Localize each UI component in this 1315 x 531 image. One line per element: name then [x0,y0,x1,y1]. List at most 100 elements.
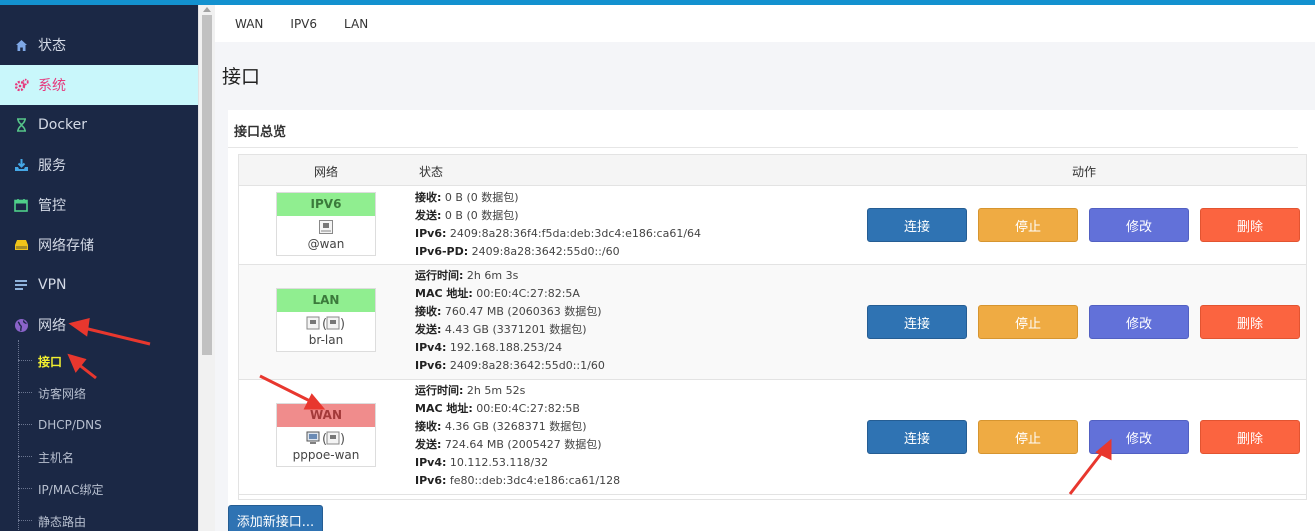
interface-tabs: WAN IPV6 LAN [215,5,1315,42]
status-line: 接收: 4.36 GB (3268371 数据包) [415,420,587,433]
delete-button[interactable]: 删除 [1200,208,1300,242]
tab-lan[interactable]: LAN [344,17,368,31]
section-title: 接口总览 [234,125,287,140]
column-header-status: 状态 [419,165,444,179]
table-header: 网络 状态 动作 [239,155,1306,186]
pppoe-device-icon: () [277,430,375,448]
connect-button[interactable]: 连接 [867,305,967,339]
interface-device: @wan [307,237,345,251]
sidebar-item-services[interactable]: 服务 [0,145,198,185]
svg-text:(: ( [322,317,327,331]
svg-text:): ) [340,317,345,331]
sidebar-item-control[interactable]: 管控 [0,185,198,225]
sidebar-item-label: 网络 [38,318,66,334]
download-tray-icon [13,157,29,173]
edit-button[interactable]: 修改 [1089,420,1189,454]
status-line: IPv4: 192.168.188.253/24 [415,341,563,354]
page-title: 接口 [222,66,261,88]
status-line: IPv6: 2409:8a28:3642:55d0::1/60 [415,359,605,372]
status-line: IPv6-PD: 2409:8a28:3642:55d0::/60 [415,245,620,258]
interface-badge-wan[interactable]: WAN () pppoe-wan [276,403,376,467]
interface-badge-ipv6[interactable]: IPV6 @wan [276,192,376,256]
sidebar-item-network[interactable]: 网络 [0,305,198,345]
interfaces-table: 网络 状态 动作 IPV6 @wan 接收: 0 B (0 数据包) 发送: 0… [238,154,1307,500]
sidebar-scrollbar[interactable] [198,5,215,531]
stop-button[interactable]: 停止 [978,208,1078,242]
tab-ipv6[interactable]: IPV6 [290,17,317,31]
interface-name: LAN [277,289,375,312]
sidebar-item-nas[interactable]: 网络存储 [0,225,198,265]
tab-wan[interactable]: WAN [235,17,263,31]
status-line: IPv4: 10.112.53.118/32 [415,456,549,469]
sidebar-subitem-static-routes[interactable]: 静态路由 [0,505,198,531]
status-line: MAC 地址: 00:E0:4C:27:82:5B [415,402,580,415]
interface-name: WAN [277,404,375,427]
sidebar-item-status[interactable]: 状态 [0,25,198,65]
sidebar-item-label: 系统 [38,78,66,94]
sidebar-item-label: 状态 [38,38,66,54]
status-line: 接收: 760.47 MB (2060363 数据包) [415,305,602,318]
delete-button[interactable]: 删除 [1200,420,1300,454]
svg-text:(: ( [322,432,327,446]
table-row: WAN () pppoe-wan 运行时间: 2h 5m 52s MAC 地址:… [239,380,1306,495]
scrollbar-thumb[interactable] [202,15,212,355]
tree-connector [18,520,32,521]
edit-button[interactable]: 修改 [1089,305,1189,339]
status-line: 运行时间: 2h 5m 52s [415,384,526,397]
globe-icon [13,317,29,333]
interface-status: 运行时间: 2h 6m 3s MAC 地址: 00:E0:4C:27:82:5A… [415,267,605,375]
sidebar-item-system[interactable]: 系统 [0,65,198,105]
status-line: 运行时间: 2h 6m 3s [415,269,519,282]
interface-badge-lan[interactable]: LAN () br-lan [276,288,376,352]
tree-connector [18,424,32,425]
sidebar-item-label: 服务 [38,158,66,174]
tree-connector [18,360,32,361]
tree-connector [18,456,32,457]
stop-button[interactable]: 停止 [978,420,1078,454]
tree-connector [18,392,32,393]
scroll-up-arrow-icon[interactable] [203,7,211,12]
ethernet-port-icon [277,219,375,237]
status-line: 发送: 0 B (0 数据包) [415,209,519,222]
status-line: 发送: 724.64 MB (2005427 数据包) [415,438,602,451]
interface-device: pppoe-wan [292,448,360,462]
sidebar-item-label: Docker [38,117,88,133]
status-line: 发送: 4.43 GB (3371201 数据包) [415,323,587,336]
sidebar-subitem-ip-mac-binding[interactable]: IP/MAC绑定 [0,473,198,505]
home-icon [13,37,29,53]
tree-connector [18,488,32,489]
sidebar-item-label: VPN [38,277,67,293]
delete-button[interactable]: 删除 [1200,305,1300,339]
hourglass-icon [13,117,29,133]
add-interface-button[interactable]: 添加新接口... [228,505,323,531]
sidebar-subitem-guest-network[interactable]: 访客网络 [0,377,198,409]
hdd-icon [13,237,29,253]
sidebar: 状态 系统 Docker 服务 管控 网络存储 VPN 网络 接口 访客网络 D… [0,5,198,531]
sidebar-subitem-dhcp-dns[interactable]: DHCP/DNS [0,409,198,441]
interface-status: 运行时间: 2h 5m 52s MAC 地址: 00:E0:4C:27:82:5… [415,382,620,490]
interface-device: br-lan [308,333,344,347]
svg-text:): ) [340,432,345,446]
connect-button[interactable]: 连接 [867,420,967,454]
interface-status: 接收: 0 B (0 数据包) 发送: 0 B (0 数据包) IPv6: 24… [415,189,701,261]
interface-name: IPV6 [277,193,375,216]
column-header-actions: 动作 [1072,165,1097,179]
sidebar-item-vpn[interactable]: VPN [0,265,198,305]
connect-button[interactable]: 连接 [867,208,967,242]
sidebar-item-label: 管控 [38,198,66,214]
bridge-ports-icon: () [277,315,375,333]
main-content: WAN IPV6 LAN 接口 接口总览 网络 状态 动作 IPV6 @wan … [215,5,1315,531]
sidebar-item-docker[interactable]: Docker [0,105,198,145]
column-header-network: 网络 [314,165,339,179]
sidebar-subitem-hostnames[interactable]: 主机名 [0,441,198,473]
edit-button[interactable]: 修改 [1089,208,1189,242]
gears-icon [13,77,29,93]
sidebar-subitem-interfaces[interactable]: 接口 [0,345,198,377]
list-icon [13,277,29,293]
interface-overview-card: 接口总览 网络 状态 动作 IPV6 @wan 接收: 0 B (0 数据包) … [228,110,1315,531]
stop-button[interactable]: 停止 [978,305,1078,339]
calendar-icon [13,197,29,213]
status-line: IPv6: 2409:8a28:36f4:f5da:deb:3dc4:e186:… [415,227,702,240]
table-row: LAN () br-lan 运行时间: 2h 6m 3s MAC 地址: 00:… [239,265,1306,380]
status-line: 接收: 0 B (0 数据包) [415,191,519,204]
